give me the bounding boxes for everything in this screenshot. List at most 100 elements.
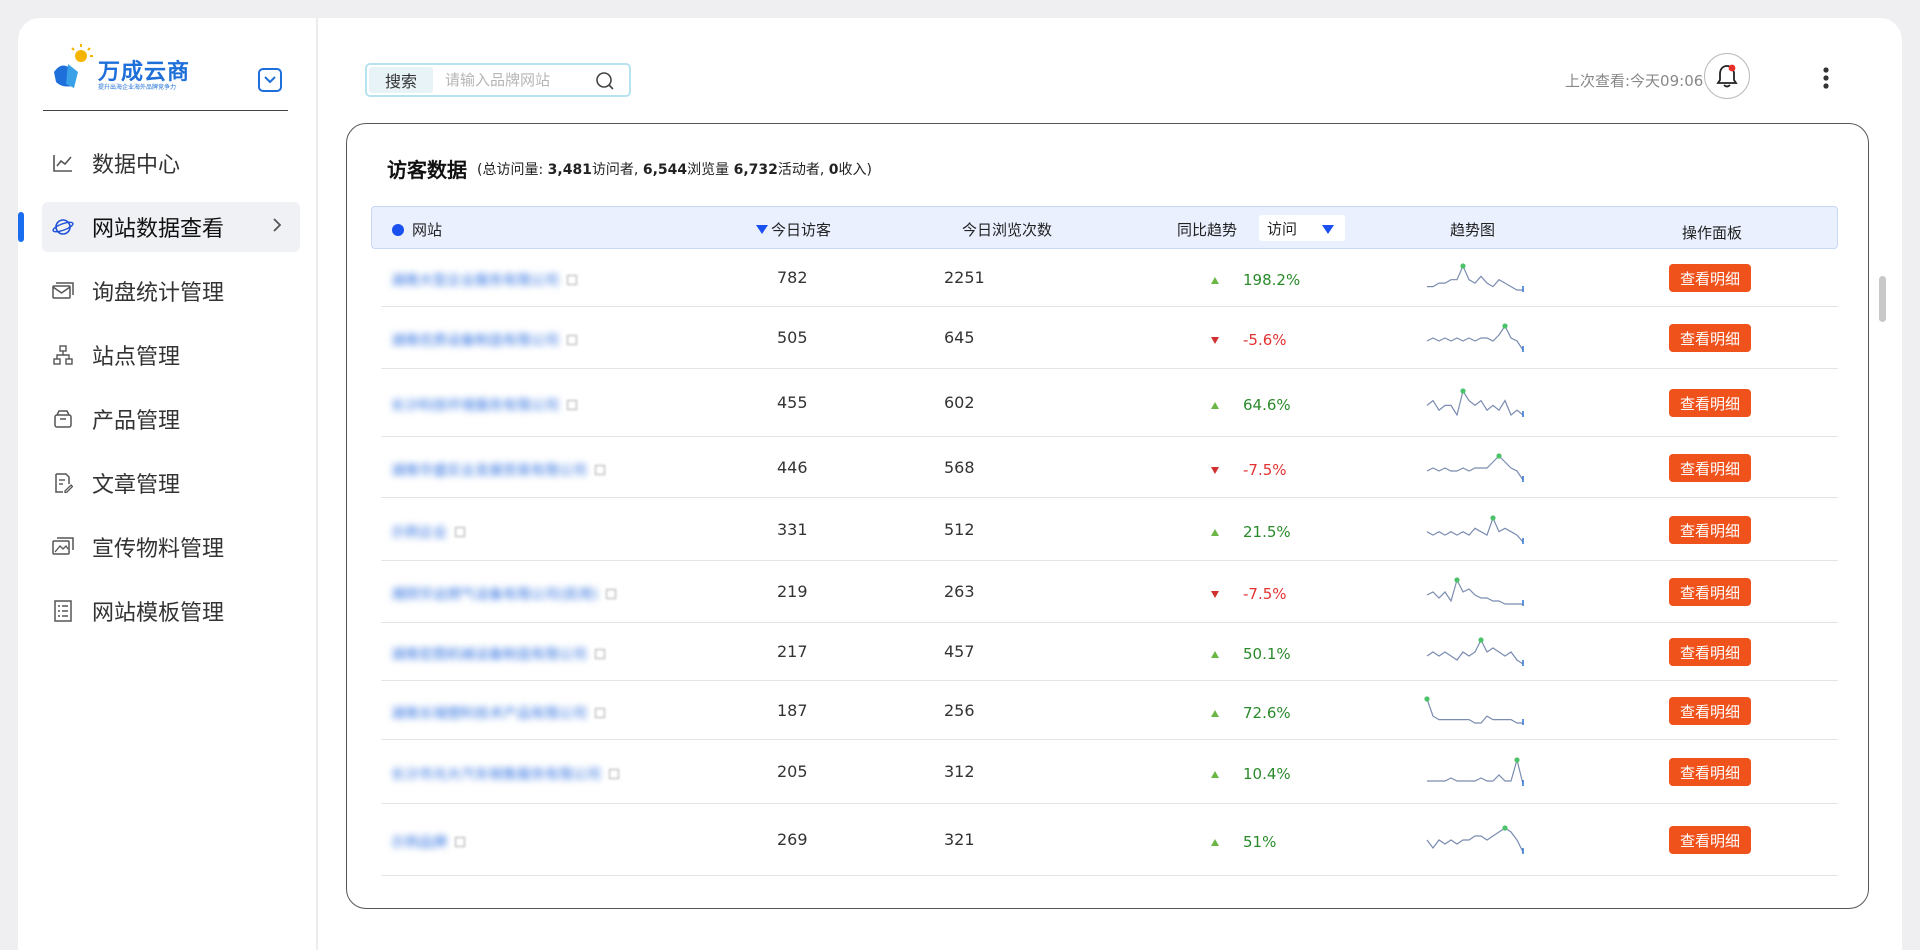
site-link[interactable]: 长沙科技环境服务有限公司	[391, 398, 559, 414]
site-cell[interactable]: 湖南华盛实业发展贸易有限公司	[391, 460, 605, 480]
external-link-icon[interactable]	[455, 527, 465, 537]
site-link[interactable]: 湖南宏图机械设备制造有限公司	[391, 647, 587, 663]
sparkline-chart	[1427, 263, 1524, 292]
site-link[interactable]: 示例企业	[391, 525, 447, 541]
site-cell[interactable]: 湖南大型企业服务有限公司	[391, 270, 577, 290]
arrow-down-icon	[1211, 467, 1219, 474]
col-today-visitors[interactable]: 今日访客	[756, 219, 831, 240]
site-link[interactable]: 湖南长瑞塑料技术产品有限公司	[391, 706, 587, 722]
external-link-icon[interactable]	[605, 589, 616, 599]
view-detail-button[interactable]: 查看明细	[1669, 264, 1751, 292]
sparkline-chart	[1426, 453, 1524, 482]
external-link-icon[interactable]	[567, 275, 577, 285]
summary-pageviews-label: 浏览量	[687, 162, 734, 178]
sparkline-chart	[1426, 323, 1524, 352]
site-link[interactable]: 湖南优质设备制造有限公司	[391, 333, 559, 349]
active-indicator	[18, 212, 24, 242]
search-icon[interactable]	[595, 71, 615, 91]
scrollbar-thumb[interactable]	[1879, 276, 1886, 322]
site-cell[interactable]: 湘阴华运燃气设备有限公司(民用)	[391, 584, 616, 604]
view-detail-button[interactable]: 查看明细	[1669, 758, 1751, 786]
col-site-label: 网站	[412, 221, 443, 239]
panel-summary: (总访问量: 3,481访问者, 6,544浏览量 6,732活动者, 0收入)	[477, 159, 872, 179]
external-link-icon[interactable]	[567, 400, 577, 410]
sidebar-item-promo-materials[interactable]: 宣传物料管理	[18, 522, 318, 572]
arrow-up-icon	[1211, 402, 1219, 409]
search-input[interactable]	[445, 69, 595, 91]
site-cell[interactable]: 示例企业	[391, 522, 465, 542]
view-detail-button[interactable]: 查看明细	[1669, 516, 1751, 544]
summary-visitors-label: 访问者,	[591, 162, 643, 178]
site-link[interactable]: 湖南华盛实业发展贸易有限公司	[391, 463, 587, 479]
site-link[interactable]: 长沙市光大汽车销售服务有限公司	[391, 767, 601, 783]
view-detail-button[interactable]: 查看明细	[1669, 578, 1751, 606]
today-views-cell: 512	[944, 520, 975, 539]
col-site[interactable]: 网站	[392, 219, 442, 240]
sparkline-chart	[1426, 388, 1524, 417]
site-link[interactable]: 湘阴华运燃气设备有限公司(民用)	[391, 587, 598, 603]
site-link[interactable]: 湖南大型企业服务有限公司	[391, 273, 559, 289]
brand-logo[interactable]: 万成云商 提升出海企业海外品牌竞争力	[48, 42, 198, 94]
dropdown-icon	[1322, 225, 1334, 234]
external-link-icon[interactable]	[609, 769, 619, 779]
arrow-up-icon	[1211, 529, 1219, 536]
trend-metric-select[interactable]: 访问	[1259, 215, 1345, 241]
site-cell[interactable]: 湖南宏图机械设备制造有限公司	[391, 644, 605, 664]
external-link-icon[interactable]	[567, 335, 577, 345]
site-cell[interactable]: 湖南长瑞塑料技术产品有限公司	[391, 703, 605, 723]
sidebar-item-site-data[interactable]: 网站数据查看	[18, 202, 300, 252]
sparkline-peak-point	[1454, 577, 1460, 583]
sidebar-item-product-management[interactable]: 产品管理	[18, 394, 318, 444]
article-icon	[52, 472, 74, 494]
sparkline-line	[1426, 455, 1524, 481]
col-today-views[interactable]: 今日浏览次数	[962, 219, 1052, 240]
sidebar-item-inquiry-stats[interactable]: 询盘统计管理	[18, 266, 318, 316]
view-detail-button[interactable]: 查看明细	[1669, 697, 1751, 725]
arrow-up-icon	[1211, 651, 1219, 658]
view-detail-button[interactable]: 查看明细	[1669, 638, 1751, 666]
trend-value: 50.1%	[1243, 645, 1291, 663]
view-detail-button[interactable]: 查看明细	[1669, 826, 1751, 854]
sidebar-item-template-management[interactable]: 网站模板管理	[18, 586, 318, 636]
bell-icon	[1716, 64, 1738, 88]
image-icon	[52, 536, 74, 558]
external-link-icon[interactable]	[595, 465, 605, 475]
trend-value: 64.6%	[1243, 396, 1291, 414]
last-view-time: 上次查看:今天09:06	[1565, 72, 1704, 90]
sidebar-item-article-management[interactable]: 文章管理	[18, 458, 318, 508]
sidebar-item-label: 数据中心	[92, 153, 181, 178]
arrow-up-icon	[1211, 710, 1219, 717]
col-yoy-trend: 同比趋势	[1177, 221, 1238, 239]
site-cell[interactable]: 长沙科技环境服务有限公司	[391, 395, 577, 415]
mail-icon	[52, 280, 74, 302]
site-link[interactable]: 示例品牌	[391, 835, 447, 851]
sidebar: 万成云商 提升出海企业海外品牌竞争力 数据中心 网站数据查看 询盘统计管理 站点…	[18, 18, 318, 950]
site-cell[interactable]: 湖南优质设备制造有限公司	[391, 330, 577, 350]
template-icon	[52, 600, 74, 622]
sparkline-line	[1426, 827, 1524, 853]
trend-value: 21.5%	[1243, 523, 1291, 541]
trend-value: 72.6%	[1243, 704, 1291, 722]
external-link-icon[interactable]	[595, 649, 605, 659]
external-link-icon[interactable]	[595, 708, 605, 718]
sidebar-item-label: 宣传物料管理	[92, 537, 225, 562]
search-button[interactable]: 搜索	[369, 67, 433, 93]
site-cell[interactable]: 示例品牌	[391, 832, 465, 852]
sitemap-icon	[52, 344, 74, 366]
view-detail-button[interactable]: 查看明细	[1669, 324, 1751, 352]
today-visitors-cell: 269	[777, 830, 808, 849]
view-detail-button[interactable]: 查看明细	[1669, 454, 1751, 482]
notification-button[interactable]	[1704, 53, 1750, 99]
yoy-trend-cell: 198.2%	[1211, 270, 1300, 289]
trend-value: 51%	[1243, 833, 1277, 851]
sidebar-item-data-center[interactable]: 数据中心	[18, 138, 318, 188]
logo-mark-icon	[54, 44, 93, 88]
view-detail-button[interactable]: 查看明细	[1669, 389, 1751, 417]
collapse-button[interactable]	[258, 68, 282, 92]
site-cell[interactable]: 长沙市光大汽车销售服务有限公司	[391, 764, 619, 784]
more-vertical-icon[interactable]	[1822, 66, 1830, 90]
yoy-trend-cell: 51%	[1211, 832, 1276, 851]
sidebar-item-site-management[interactable]: 站点管理	[18, 330, 318, 380]
trend-value: -7.5%	[1243, 461, 1287, 479]
external-link-icon[interactable]	[455, 837, 465, 847]
